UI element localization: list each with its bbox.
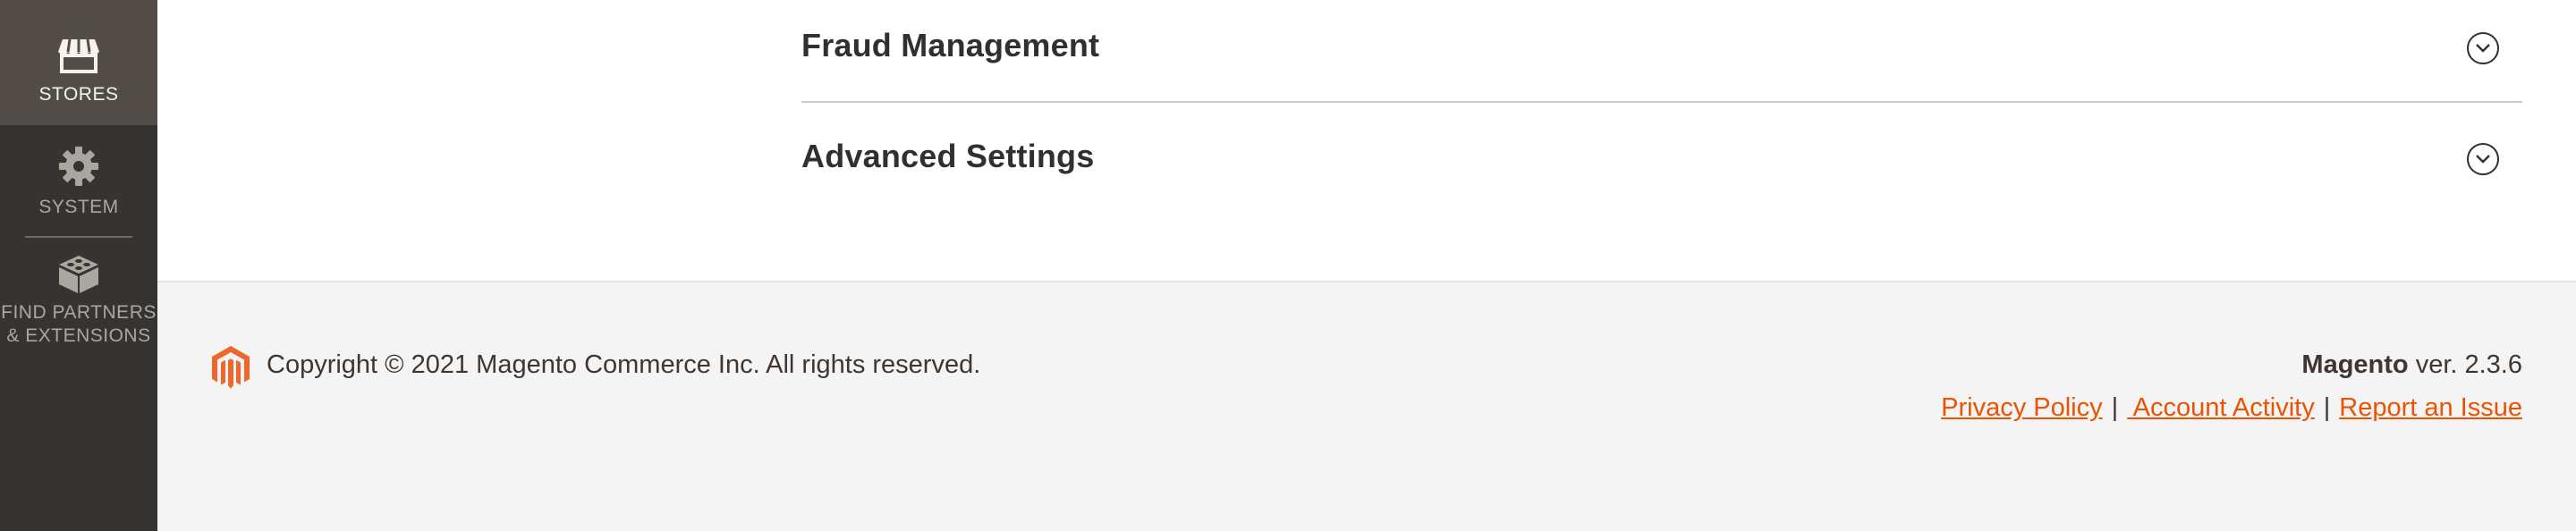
admin-sidebar: STORES SYSTEM FIND PARTNERS & EXTENSIONS <box>0 0 157 531</box>
gear-icon <box>0 125 157 192</box>
section-fraud-management[interactable]: Fraud Management <box>801 0 2522 100</box>
extension-blocks-icon <box>0 240 157 299</box>
section-divider <box>801 101 2522 103</box>
chevron-down-circle-icon[interactable] <box>2467 143 2499 175</box>
sidebar-item-label: FIND PARTNERS & EXTENSIONS <box>1 302 157 346</box>
version-info: Magento ver. 2.3.6 <box>2301 350 2522 380</box>
main-content: Fraud Management Advanced Settings <box>157 0 2576 282</box>
privacy-policy-link[interactable]: Privacy Policy <box>1941 393 2103 422</box>
section-title: Advanced Settings <box>801 138 1095 174</box>
sidebar-divider <box>25 236 132 238</box>
chevron-down-circle-icon[interactable] <box>2467 32 2499 64</box>
magento-logo-icon <box>211 345 250 394</box>
section-advanced-settings[interactable]: Advanced Settings <box>801 111 2522 211</box>
link-separator: | <box>2111 393 2119 422</box>
footer-links: Privacy Policy | Account Activity | Report … <box>1941 393 2522 423</box>
version-brand: Magento <box>2301 350 2409 379</box>
section-title: Fraud Management <box>801 27 1100 63</box>
link-separator: | <box>2323 393 2331 422</box>
version-number: ver. 2.3.6 <box>2408 350 2522 379</box>
storefront-icon <box>0 0 157 78</box>
sidebar-item-label: STORES <box>38 84 119 105</box>
copyright-text: Copyright © 2021 Magento Commerce Inc. A… <box>267 350 981 379</box>
sidebar-item-stores[interactable]: STORES <box>0 0 157 125</box>
sidebar-item-system[interactable]: SYSTEM <box>0 125 157 232</box>
account-activity-link[interactable]: Account Activity <box>2127 393 2315 422</box>
sidebar-item-find-partners[interactable]: FIND PARTNERS & EXTENSIONS <box>0 240 157 365</box>
report-issue-link[interactable]: Report an Issue <box>2339 393 2522 422</box>
page-footer: Copyright © 2021 Magento Commerce Inc. A… <box>157 281 2576 531</box>
sidebar-item-label: SYSTEM <box>38 197 119 217</box>
